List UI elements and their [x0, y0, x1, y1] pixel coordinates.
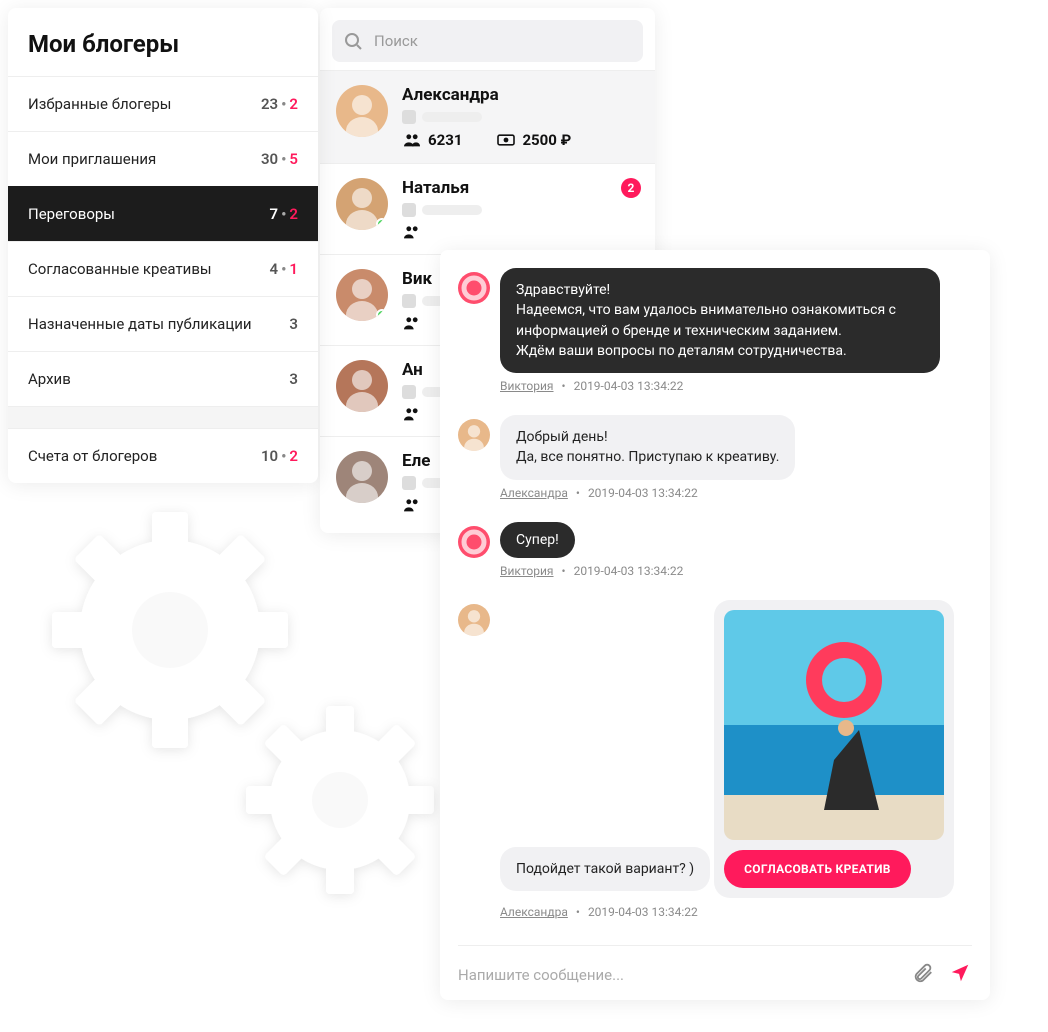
- message-meta: Виктория•2019-04-03 13:34:22: [500, 564, 972, 578]
- message-timestamp: 2019-04-03 13:34:22: [588, 905, 698, 919]
- blogger-stats: 62312500 ₽: [402, 131, 639, 149]
- sidebar-item-counts: 23•2: [261, 95, 298, 113]
- background-gears: [40, 500, 460, 924]
- approve-creative-button[interactable]: СОГЛАСОВАТЬ КРЕАТИВ: [724, 850, 911, 888]
- sidebar-item-label: Согласованные креативы: [28, 260, 212, 278]
- blogger-name: Александра: [402, 85, 639, 105]
- sidebar-item-label: Счета от блогеров: [28, 447, 157, 465]
- message-author: Александра: [500, 905, 568, 919]
- message-meta: Александра•2019-04-03 13:34:22: [500, 905, 972, 919]
- sidebar-item-label: Переговоры: [28, 205, 115, 223]
- sidebar-item-invoices[interactable]: Счета от блогеров 10•2: [8, 428, 318, 483]
- message-meta: Виктория•2019-04-03 13:34:22: [500, 379, 972, 393]
- message-bubble: Здравствуйте!Надеемся, что вам удалось в…: [500, 268, 940, 373]
- sidebar-item-label: Архив: [28, 370, 71, 388]
- message-author: Виктория: [500, 564, 554, 578]
- attach-button[interactable]: [912, 962, 934, 988]
- message-avatar: [458, 526, 490, 558]
- avatar: [336, 360, 388, 412]
- message-timestamp: 2019-04-03 13:34:22: [574, 379, 684, 393]
- blogger-platform: [402, 110, 639, 124]
- message-input[interactable]: [458, 966, 898, 984]
- sidebar-item-counts: 7•2: [270, 205, 298, 223]
- send-button[interactable]: [948, 962, 972, 988]
- blogger-stats: [402, 224, 639, 240]
- message-avatar: [458, 272, 490, 304]
- message-bubble: Добрый день!Да, все понятно. Приступаю к…: [500, 415, 795, 480]
- sidebar-item-counts: 10•2: [261, 447, 298, 465]
- search-input[interactable]: [332, 20, 643, 62]
- creative-image: [724, 610, 944, 840]
- message-avatar: [458, 604, 490, 636]
- message-bubble: Супер!: [500, 522, 575, 558]
- sidebar-item-counts: 3: [289, 315, 298, 333]
- sidebar-item-2[interactable]: Переговоры 7•2: [8, 186, 318, 241]
- followers-icon: [402, 315, 422, 331]
- sidebar-item-label: Назначенные даты публикации: [28, 315, 252, 333]
- sidebar-title: Мои блогеры: [8, 8, 318, 76]
- avatar: [336, 451, 388, 503]
- sidebar-item-counts: 3: [289, 370, 298, 388]
- message-timestamp: 2019-04-03 13:34:22: [574, 564, 684, 578]
- composer: [458, 945, 972, 988]
- message-author: Александра: [500, 486, 568, 500]
- sidebar-item-counts: 4•1: [270, 260, 298, 278]
- sidebar: Мои блогеры Избранные блогеры 23•2 Мои при…: [8, 8, 318, 483]
- followers-icon: [402, 497, 422, 513]
- sidebar-spacer: [8, 406, 318, 428]
- followers-icon: [402, 406, 422, 422]
- search-wrapper: [332, 20, 643, 62]
- message-timestamp: 2019-04-03 13:34:22: [588, 486, 698, 500]
- message: Подойдет такой вариант? ) СОГЛАСОВАТЬ КР…: [458, 600, 972, 933]
- sidebar-item-label: Избранные блогеры: [28, 95, 171, 113]
- followers-icon: [402, 224, 422, 240]
- blogger-row[interactable]: Наталья 2: [320, 163, 655, 254]
- unread-badge: 2: [621, 178, 641, 198]
- sidebar-item-1[interactable]: Мои приглашения 30•5: [8, 131, 318, 186]
- blogger-name: Наталья: [402, 178, 639, 198]
- online-dot: [376, 309, 388, 321]
- avatar: [336, 178, 388, 230]
- online-dot: [376, 218, 388, 230]
- sidebar-item-label: Мои приглашения: [28, 150, 156, 168]
- followers-icon: [402, 132, 422, 148]
- sidebar-item-0[interactable]: Избранные блогеры 23•2: [8, 76, 318, 131]
- price-icon: [496, 132, 516, 148]
- sidebar-item-5[interactable]: Архив 3: [8, 351, 318, 406]
- chat-panel: Здравствуйте!Надеемся, что вам удалось в…: [440, 250, 990, 1000]
- avatar: [336, 85, 388, 137]
- creative-card: СОГЛАСОВАТЬ КРЕАТИВ: [714, 600, 954, 898]
- blogger-row[interactable]: Александра 62312500 ₽: [320, 70, 655, 163]
- message-author: Виктория: [500, 379, 554, 393]
- message-avatar: [458, 419, 490, 451]
- sidebar-item-3[interactable]: Согласованные креативы 4•1: [8, 241, 318, 296]
- message-bubble: Подойдет такой вариант? ): [500, 847, 710, 891]
- message: Супер! Виктория•2019-04-03 13:34:22: [458, 522, 972, 592]
- search-icon: [344, 32, 362, 50]
- sidebar-item-4[interactable]: Назначенные даты публикации 3: [8, 296, 318, 351]
- message-meta: Александра•2019-04-03 13:34:22: [500, 486, 972, 500]
- message: Добрый день!Да, все понятно. Приступаю к…: [458, 415, 972, 514]
- sidebar-item-counts: 30•5: [261, 150, 298, 168]
- message: Здравствуйте!Надеемся, что вам удалось в…: [458, 268, 972, 407]
- avatar: [336, 269, 388, 321]
- blogger-platform: [402, 203, 639, 217]
